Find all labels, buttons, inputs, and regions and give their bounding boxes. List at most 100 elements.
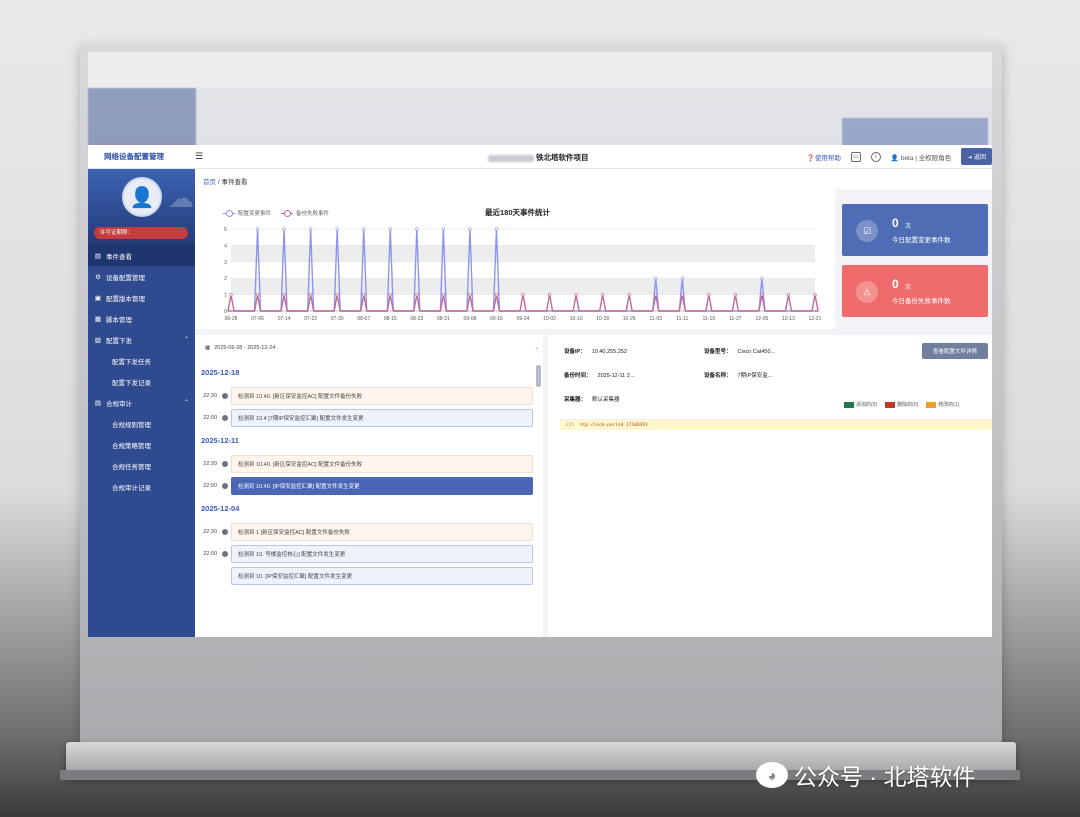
device-model: 设备型号： Cisco Cat450... (704, 347, 775, 355)
x-tick-label: 09-24 (517, 316, 530, 322)
chevron-down-icon: ⌃ (183, 400, 189, 406)
legend-line-marker (281, 210, 294, 218)
help-link[interactable]: ❓使用帮助 (807, 152, 841, 162)
sidebar-item-config-version[interactable]: ▣ 配置版本管理 (88, 287, 195, 308)
sidebar-item-deploy-record[interactable]: 配置下发记录 (88, 371, 195, 392)
event-time: 22:20 (203, 529, 217, 535)
back-button[interactable]: ⇥ 返回 (961, 148, 992, 165)
avatar[interactable]: 👤 (122, 177, 162, 217)
data-point (733, 292, 737, 297)
sidebar-item-config-deploy[interactable]: ▧ 配置下发 ⌃ (88, 329, 195, 350)
x-tick-label: 09-16 (490, 316, 503, 322)
legend-label: 配置变更事件 (238, 211, 272, 217)
x-tick-label: 11-03 (650, 316, 663, 322)
stat-unit: 次 (905, 285, 912, 291)
stat-label: 今日备份失败事件数 (892, 298, 951, 305)
back-label: 返回 (973, 155, 986, 161)
sidebar: 👤 ☁ 许可证期限： ▤ 事件查看 ⚙ 设备配置管理 ▣ 配置版本管理 ▦ 脚本管理 ▧… (88, 169, 195, 637)
script-icon: ▦ (94, 315, 102, 323)
x-tick-label: 12-05 (756, 316, 769, 322)
legend-item-change[interactable]: 配置变更事件 (223, 209, 272, 218)
x-tick-label: 10-02 (543, 316, 556, 322)
data-point (388, 227, 392, 231)
sidebar-item-label: 配置版本管理 (106, 295, 145, 303)
timeline-date: 2025-12-11 (201, 436, 239, 445)
legend-item-fail[interactable]: 备份失败事件 (281, 209, 330, 218)
x-tick-label: 09-08 (464, 316, 477, 322)
send-icon: ▧ (94, 336, 102, 344)
data-point (309, 227, 313, 231)
y-tick-label: 3 (224, 260, 227, 266)
sidebar-item-task[interactable]: 合规任务管理 (88, 455, 195, 476)
x-tick-label: 08-15 (384, 316, 397, 322)
sidebar-item-label: 合规规则管理 (112, 421, 151, 429)
project-title: 铁北塔软件项目 (488, 152, 589, 163)
sidebar-item-deploy-task[interactable]: 配置下发任务 (88, 350, 195, 371)
diff-deleted: 删除的(0) (885, 401, 918, 408)
x-tick-label: 11-27 (729, 316, 742, 322)
event-item[interactable]: 检测到 10.4 [7期IP保安监控汇聚] 配置文件发生变更 (231, 409, 533, 427)
data-point (494, 227, 499, 231)
value: 默认采集器 (592, 397, 620, 403)
sidebar-item-policy[interactable]: 合规策略管理 (88, 434, 195, 455)
file-icon: ▤ (94, 252, 102, 260)
message-icon[interactable]: ▭ (850, 151, 861, 162)
sidebar-item-audit-record[interactable]: 合规审计记录 (88, 476, 195, 497)
sidebar-item-device-config[interactable]: ⚙ 设备配置管理 (88, 266, 195, 287)
swatch (885, 401, 896, 408)
code-text: ntp clock-period 17180391 (580, 422, 648, 428)
sidebar-item-label: 合规任务管理 (112, 463, 151, 471)
stat-value: 0 (892, 216, 899, 230)
x-tick-label: 08-23 (410, 316, 423, 322)
hamburger-menu-icon[interactable]: ☰ (195, 151, 207, 162)
event-time: 22:20 (203, 461, 217, 467)
y-tick-label: 4 (224, 243, 227, 249)
redacted-block (488, 154, 534, 162)
user-info[interactable]: 👤 beta | 全权限角色 (891, 152, 951, 162)
sidebar-item-rule[interactable]: 合规规则管理 (88, 413, 195, 434)
info-icon[interactable]: i (870, 151, 881, 162)
y-tick-label: 1 (224, 293, 227, 299)
sidebar-item-label: 设备配置管理 (106, 274, 145, 282)
app-brand[interactable]: 网络设备配置管理 (88, 151, 195, 162)
event-item[interactable]: 检测到 10.40. [新区保安监控AC] 配置文件备份失败 (231, 387, 533, 405)
diff-label: 修改的(1) (938, 402, 960, 408)
line-number: 215 (565, 422, 574, 428)
stat-value: 0 (892, 277, 899, 291)
top-bar: 网络设备配置管理 ☰ 铁北塔软件项目 ❓使用帮助 ▭ i 👤 beta | 全权… (88, 145, 992, 169)
legend-label: 备份失败事件 (296, 211, 330, 217)
timeline-row: 22:20 检测到 1 [新区保安监控AC] 配置文件备份失败 (195, 521, 543, 543)
x-tick-label: 10-10 (570, 316, 583, 322)
diff-legend: 添加的(0) 删除的(0) 修改的(1) (844, 401, 959, 408)
value: 7期IP保安监... (737, 373, 773, 379)
event-chart-panel: 配置变更事件 备份失败事件 最近180天事件统计 0 1 2 3 4 5 06-28 07-0… (195, 189, 835, 329)
view-config-detail-button[interactable]: 查看配置文件详情 (922, 343, 988, 359)
chart-legend: 配置变更事件 备份失败事件 (223, 209, 330, 218)
code-line: 215 ntp clock-period 17180391 (560, 420, 992, 430)
event-time: 22:20 (203, 393, 217, 399)
timeline-dot (222, 393, 228, 399)
event-item[interactable]: 检测到 10.40. [IP保安监控汇聚] 配置文件发生变更 (231, 477, 533, 495)
config-diff-view[interactable]: 215 ntp clock-period 17180391 (560, 419, 992, 637)
x-tick-label: 11-11 (676, 316, 688, 322)
sidebar-item-scripts[interactable]: ▦ 脚本管理 (88, 308, 195, 329)
cloud-icon: ☁ (168, 183, 194, 213)
data-point (255, 292, 260, 297)
data-point (574, 292, 578, 297)
series-line (231, 228, 815, 312)
sidebar-item-compliance[interactable]: ▤ 合规审计 ⌃ (88, 392, 195, 413)
data-point (813, 292, 817, 297)
sidebar-item-events[interactable]: ▤ 事件查看 (88, 245, 195, 266)
license-badge: 许可证期限： (94, 227, 188, 239)
event-item[interactable]: 检测到 10. 号楼监控核心] 配置文件发生变更 (231, 545, 533, 563)
data-point (282, 227, 286, 231)
event-item[interactable]: 检测到 10.40. [新区保安监控AC] 配置文件备份失败 (231, 455, 533, 473)
breadcrumb-home[interactable]: 首页 (203, 179, 216, 186)
event-item[interactable]: 检测到 1 [新区保安监控AC] 配置文件备份失败 (231, 523, 533, 541)
backup-time: 备份时间： 2025-12-11 2... (564, 371, 634, 379)
event-item[interactable]: 检测到 10. [IP保安监控汇聚] 配置文件发生变更 (231, 567, 533, 585)
timeline-row: 22:20 检测到 10.40. [新区保安监控AC] 配置文件备份失败 (195, 385, 543, 407)
breadcrumb-current: 事件查看 (221, 179, 248, 186)
sidebar-item-label: 事件查看 (106, 253, 132, 261)
date-range-picker[interactable]: ▦ 2025-06-28 - 2025-12-24 ⌄ (205, 341, 539, 355)
